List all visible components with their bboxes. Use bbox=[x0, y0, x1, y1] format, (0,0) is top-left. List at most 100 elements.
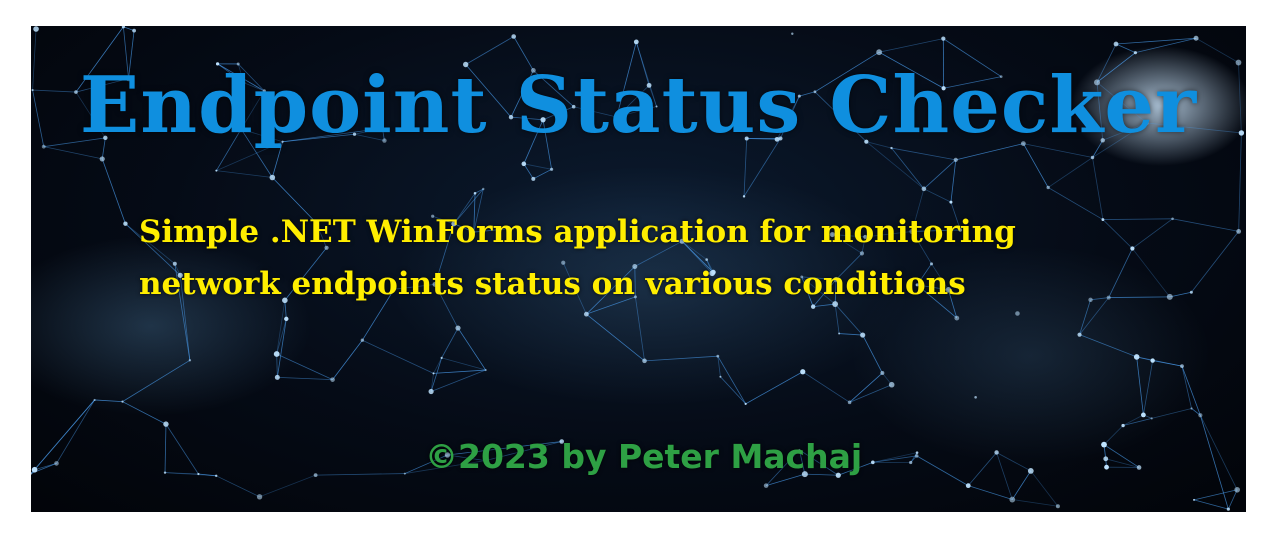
mesh-node bbox=[1133, 51, 1137, 55]
subtitle-line-2: network endpoints status on various cond… bbox=[139, 266, 966, 302]
mesh-node bbox=[360, 338, 365, 342]
mesh-node bbox=[1055, 504, 1060, 509]
mesh-node bbox=[953, 157, 958, 162]
mesh-node bbox=[871, 460, 875, 465]
mesh-line bbox=[277, 376, 333, 381]
mesh-line bbox=[916, 455, 969, 486]
mesh-line bbox=[165, 423, 199, 475]
mesh-node bbox=[719, 375, 722, 378]
mesh-line bbox=[1105, 458, 1140, 468]
mesh-node bbox=[1193, 35, 1199, 41]
mesh-line bbox=[101, 158, 126, 224]
mesh-node bbox=[99, 156, 105, 162]
mesh-node bbox=[1171, 217, 1174, 221]
mesh-line bbox=[1193, 499, 1229, 510]
mesh-node bbox=[1015, 311, 1020, 316]
mesh-node bbox=[1234, 486, 1240, 493]
mesh-line bbox=[259, 474, 316, 498]
mesh-node bbox=[1121, 423, 1125, 428]
mesh-node bbox=[800, 369, 806, 375]
mesh-line bbox=[1047, 157, 1093, 188]
mesh-line bbox=[968, 485, 1013, 500]
mesh-node bbox=[54, 461, 59, 466]
mesh-node bbox=[274, 374, 280, 380]
mesh-line bbox=[34, 463, 57, 471]
mesh-line bbox=[802, 371, 850, 403]
mesh-node bbox=[1150, 358, 1155, 363]
mesh-line bbox=[1200, 415, 1238, 490]
mesh-node bbox=[1046, 185, 1050, 190]
mesh-node bbox=[549, 167, 554, 171]
mesh-line bbox=[872, 452, 918, 463]
mesh-node bbox=[440, 356, 443, 359]
mesh-node bbox=[313, 473, 318, 477]
mesh-node bbox=[974, 395, 977, 399]
mesh-node bbox=[716, 354, 720, 358]
mesh-node bbox=[511, 34, 516, 39]
mesh-node bbox=[455, 325, 461, 331]
mesh-line bbox=[474, 188, 484, 194]
copyright-credit: ©2023 by Peter Machaj bbox=[425, 437, 863, 476]
mesh-node bbox=[93, 398, 96, 402]
mesh-line bbox=[923, 188, 952, 203]
mesh-node bbox=[1133, 354, 1140, 360]
mesh-line bbox=[523, 163, 552, 170]
mesh-node bbox=[583, 311, 589, 317]
mesh-node bbox=[914, 454, 919, 458]
mesh-line bbox=[164, 424, 167, 473]
mesh-line bbox=[1193, 489, 1238, 501]
mesh-line bbox=[1227, 489, 1238, 510]
mesh-node bbox=[941, 36, 946, 41]
mesh-node bbox=[256, 494, 263, 500]
mesh-line bbox=[332, 339, 363, 380]
mesh-line bbox=[1191, 231, 1239, 293]
mesh-node bbox=[197, 472, 200, 476]
mesh-node bbox=[531, 176, 536, 181]
subtitle-line-1: Simple .NET WinForms application for mon… bbox=[139, 214, 1016, 250]
mesh-line bbox=[362, 339, 434, 374]
mesh-line bbox=[1011, 470, 1032, 500]
mesh-node bbox=[909, 460, 913, 465]
mesh-line bbox=[216, 475, 260, 498]
mesh-node bbox=[521, 161, 527, 167]
mesh-node bbox=[642, 358, 647, 364]
mesh-node bbox=[284, 316, 289, 322]
mesh-node bbox=[791, 32, 794, 35]
banner-title: Endpoint Status Checker bbox=[79, 60, 1198, 151]
mesh-node bbox=[1136, 465, 1142, 470]
mesh-line bbox=[923, 159, 957, 190]
mesh-node bbox=[763, 483, 769, 488]
mesh-node bbox=[1226, 507, 1230, 511]
mesh-node bbox=[33, 26, 39, 32]
mesh-node bbox=[1193, 498, 1196, 501]
mesh-node bbox=[1009, 496, 1016, 503]
mesh-node bbox=[163, 471, 167, 474]
mesh-node bbox=[888, 381, 895, 388]
mesh-node bbox=[269, 174, 276, 181]
mesh-node bbox=[633, 39, 639, 45]
mesh-node bbox=[482, 187, 485, 191]
mesh-node bbox=[838, 332, 841, 335]
mesh-node bbox=[860, 332, 866, 338]
mesh-line bbox=[56, 399, 95, 464]
mesh-node bbox=[1077, 332, 1082, 337]
mesh-line bbox=[34, 399, 95, 470]
mesh-node bbox=[1198, 413, 1203, 418]
mesh-node bbox=[1090, 155, 1095, 160]
mesh-line bbox=[216, 170, 273, 178]
mesh-node bbox=[1027, 468, 1034, 474]
mesh-line bbox=[1172, 218, 1239, 232]
mesh-node bbox=[1103, 456, 1109, 462]
mesh-line bbox=[523, 163, 534, 180]
mesh-line bbox=[1012, 499, 1058, 507]
mesh-node bbox=[1236, 228, 1242, 234]
mesh-node bbox=[921, 186, 927, 192]
mesh-node bbox=[847, 400, 852, 405]
mesh-node bbox=[1150, 417, 1153, 420]
mesh-line bbox=[1030, 470, 1059, 507]
mesh-node bbox=[744, 402, 747, 405]
mesh-node bbox=[994, 450, 999, 455]
mesh-node bbox=[1180, 364, 1184, 369]
mesh-line bbox=[315, 473, 405, 476]
mesh-line bbox=[879, 38, 944, 53]
